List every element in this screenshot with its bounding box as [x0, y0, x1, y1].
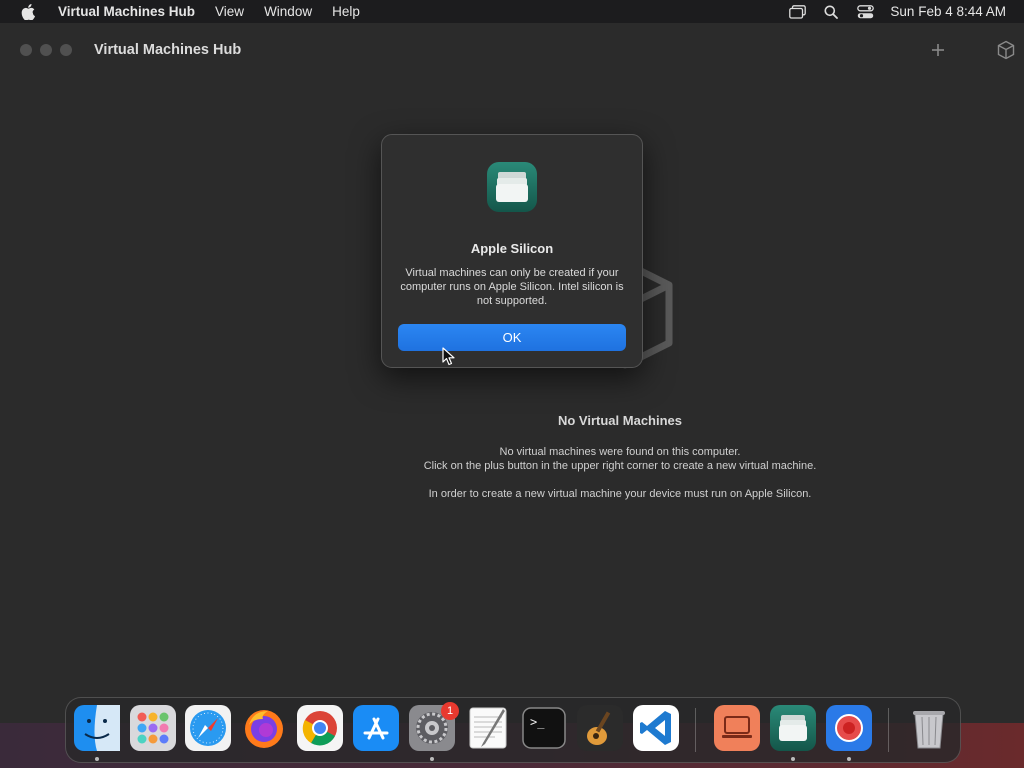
- alert-message: Virtual machines can only be created if …: [400, 267, 624, 307]
- minimize-window-button[interactable]: [40, 44, 52, 56]
- empty-state-title: No Virtual Machines: [557, 413, 682, 428]
- empty-state-line-3: In order to create a new virtual machine…: [428, 488, 812, 500]
- dock-safari-icon[interactable]: [185, 705, 231, 751]
- dock-virtual-machines-hub-icon[interactable]: [770, 705, 816, 751]
- title-bar: Virtual Machines Hub: [0, 23, 1024, 77]
- svg-text:>_: >_: [530, 715, 545, 729]
- zoom-window-button[interactable]: [60, 44, 72, 56]
- running-indicator: [95, 757, 99, 761]
- dock-system-settings-icon[interactable]: 1: [409, 702, 459, 751]
- dock-separator: [695, 708, 696, 752]
- dock: 1 >_: [65, 697, 961, 763]
- mouse-cursor-icon: [442, 347, 455, 366]
- close-window-button[interactable]: [20, 44, 32, 56]
- dock-remote-desktop-icon[interactable]: [714, 705, 760, 751]
- dock-app-store-icon[interactable]: [353, 705, 399, 751]
- dock-trash-icon[interactable]: [906, 705, 952, 751]
- spotlight-search-icon[interactable]: [822, 4, 840, 20]
- dock-launchpad-icon[interactable]: [130, 705, 176, 751]
- menu-view[interactable]: View: [205, 4, 254, 19]
- main-window: Virtual Machines Hub No Virtual Machines…: [0, 23, 1024, 723]
- dock-vscode-icon[interactable]: [633, 705, 679, 751]
- menu-help[interactable]: Help: [322, 4, 370, 19]
- plus-icon: [932, 44, 944, 56]
- apple-menu-icon[interactable]: [18, 2, 38, 22]
- notification-badge: 1: [441, 702, 459, 720]
- cube-icon: [997, 40, 1015, 60]
- dock-screen-recorder-icon[interactable]: [826, 705, 872, 751]
- dock-chrome-icon[interactable]: [297, 705, 343, 751]
- control-center-icon[interactable]: [856, 4, 874, 20]
- ok-button[interactable]: OK: [398, 324, 626, 351]
- menu-bar: Virtual Machines Hub View Window Help Su…: [0, 0, 1024, 23]
- window-title: Virtual Machines Hub: [94, 42, 242, 58]
- add-vm-button[interactable]: [928, 40, 948, 60]
- vm-library-button[interactable]: [995, 39, 1017, 61]
- dock-finder-icon[interactable]: [74, 705, 120, 751]
- dock-textedit-icon[interactable]: [465, 705, 511, 751]
- menu-clock[interactable]: Sun Feb 4 8:44 AM: [890, 4, 1006, 19]
- dock-separator: [888, 708, 889, 752]
- menu-window[interactable]: Window: [254, 4, 322, 19]
- running-indicator: [791, 757, 795, 761]
- running-indicator: [430, 757, 434, 761]
- alert-title: Apple Silicon: [470, 241, 554, 256]
- dock-firefox-icon[interactable]: [241, 705, 287, 751]
- empty-state-line-2: Click on the plus button in the upper ri…: [423, 460, 817, 472]
- dock-terminal-icon[interactable]: >_: [521, 705, 567, 751]
- menu-app-name[interactable]: Virtual Machines Hub: [52, 4, 205, 19]
- apple-silicon-alert: Apple Silicon Virtual machines can only …: [381, 134, 643, 368]
- app-icon: [487, 162, 537, 212]
- running-indicator: [847, 757, 851, 761]
- empty-state-line-1: No virtual machines were found on this c…: [499, 446, 741, 458]
- screen-mirroring-icon[interactable]: [788, 4, 806, 20]
- dock-garageband-icon[interactable]: [577, 705, 623, 751]
- window-controls: [20, 44, 72, 56]
